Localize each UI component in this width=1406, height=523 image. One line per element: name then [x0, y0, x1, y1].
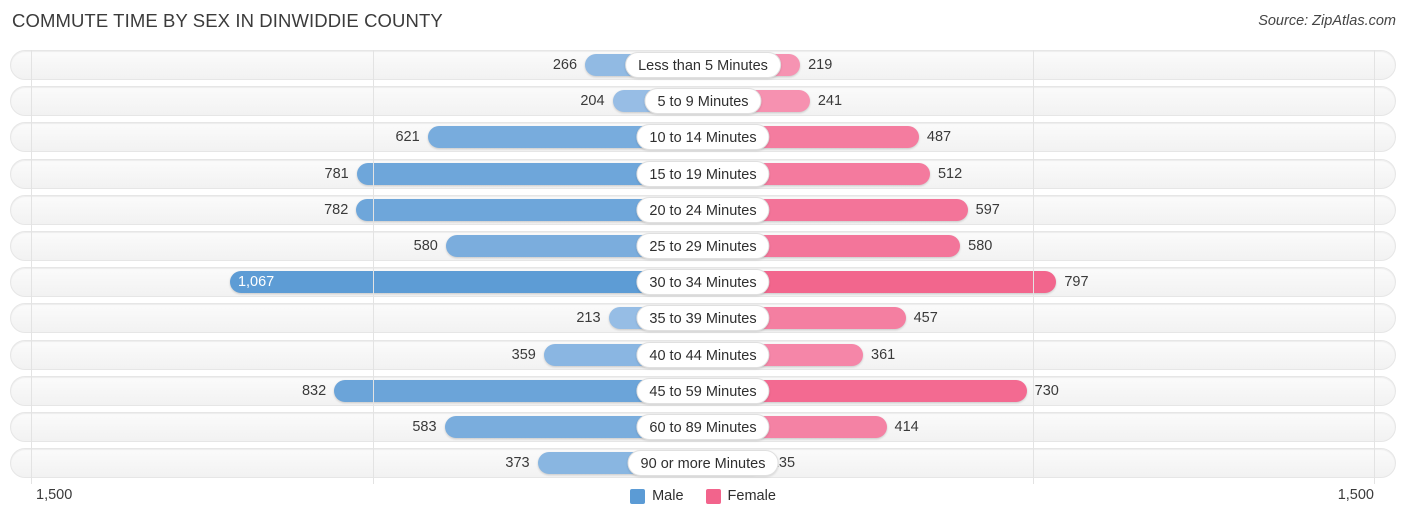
table-row: 204 241 5 to 9 Minutes [10, 86, 1396, 117]
value-label-female: 414 [894, 419, 919, 435]
value-label-male: 832 [301, 382, 327, 399]
table-row: 1,067 797 30 to 34 Minutes [10, 267, 1396, 298]
value-label-female: 797 [1064, 274, 1089, 291]
value-label-male: 1,067 [237, 274, 275, 291]
table-row: 781 512 15 to 19 Minutes [10, 158, 1396, 189]
category-label[interactable]: 5 to 9 Minutes [644, 88, 762, 115]
table-row: 266 219 Less than 5 Minutes [10, 50, 1396, 80]
commute-time-chart: COMMUTE TIME BY SEX IN DINWIDDIE COUNTY … [0, 0, 1406, 523]
value-label-male: 782 [324, 201, 349, 218]
page-title: COMMUTE TIME BY SEX IN DINWIDDIE COUNTY [12, 10, 443, 31]
legend-swatch-icon [630, 488, 646, 504]
category-label[interactable]: 15 to 19 Minutes [636, 160, 770, 187]
category-label[interactable]: 40 to 44 Minutes [636, 341, 770, 368]
value-label-female: 241 [817, 93, 843, 110]
value-label-male: 213 [576, 310, 601, 327]
legend-label: Male [652, 488, 684, 504]
value-label-male: 580 [413, 238, 438, 254]
table-row: 621 487 10 to 14 Minutes [10, 122, 1396, 153]
category-label[interactable]: 10 to 14 Minutes [636, 124, 770, 151]
category-label[interactable]: 45 to 59 Minutes [636, 377, 770, 404]
value-label-female: 457 [913, 310, 938, 327]
value-label-female: 512 [937, 165, 963, 182]
category-label[interactable]: 25 to 29 Minutes [636, 233, 770, 259]
legend-swatch-icon [705, 488, 721, 504]
value-label-female: 135 [770, 455, 796, 472]
table-row: 373 135 90 or more Minutes [10, 448, 1396, 479]
category-label[interactable]: 35 to 39 Minutes [636, 305, 770, 332]
legend-item-male[interactable]: Male [630, 488, 684, 504]
category-label[interactable]: Less than 5 Minutes [625, 52, 781, 78]
source-attribution: Source: ZipAtlas.com [1258, 13, 1396, 29]
value-label-female: 580 [968, 238, 993, 254]
table-row: 832 730 45 to 59 Minutes [10, 375, 1396, 406]
value-label-male: 204 [580, 93, 605, 110]
category-label[interactable]: 90 or more Minutes [627, 450, 779, 477]
value-label-male: 373 [505, 455, 530, 472]
table-row: 782 597 20 to 24 Minutes [10, 194, 1396, 225]
value-label-male: 583 [412, 419, 437, 435]
value-label-female: 730 [1034, 382, 1059, 399]
table-row: 213 457 35 to 39 Minutes [10, 303, 1396, 334]
gridline [1374, 50, 1375, 484]
value-label-female: 487 [926, 129, 952, 146]
category-label[interactable]: 30 to 34 Minutes [636, 269, 770, 296]
value-label-male: 266 [552, 57, 578, 73]
table-row: 583 414 60 to 89 Minutes [10, 412, 1396, 442]
table-row: 359 361 40 to 44 Minutes [10, 339, 1396, 370]
legend-item-female[interactable]: Female [705, 488, 776, 504]
gridline [1033, 50, 1034, 484]
category-label[interactable]: 60 to 89 Minutes [636, 414, 770, 440]
gridline [31, 50, 32, 484]
plot-area: 266 219 Less than 5 Minutes 204 241 5 to 9 Mi… [0, 50, 1406, 484]
category-label[interactable]: 20 to 24 Minutes [636, 196, 770, 223]
value-label-female: 597 [975, 201, 1000, 218]
value-label-female: 361 [871, 346, 896, 363]
gridline [373, 50, 374, 484]
table-row: 580 580 25 to 29 Minutes [10, 231, 1396, 261]
chart-legend: Male Female [0, 488, 1406, 504]
value-label-female: 219 [808, 57, 833, 73]
legend-label: Female [727, 488, 776, 504]
value-label-male: 621 [395, 129, 420, 146]
value-label-male: 781 [324, 165, 349, 182]
value-label-male: 359 [511, 346, 536, 363]
